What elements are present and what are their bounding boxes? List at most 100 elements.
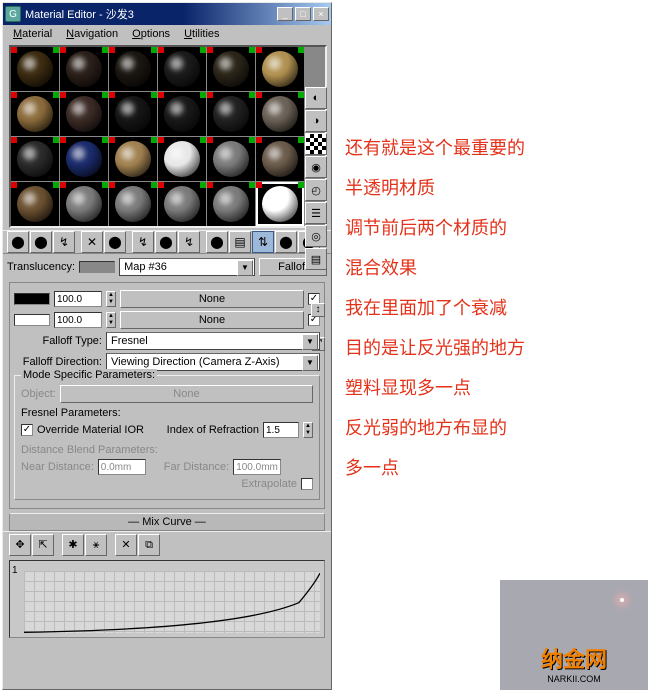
map-name-dropdown[interactable]: Map #36 [119, 258, 255, 276]
far-distance-spinner: 100.0mm [233, 459, 281, 475]
override-ior-label: Override Material IOR [37, 424, 144, 436]
watermark-logo: 纳金网 NARKII.COM [500, 580, 648, 690]
map-1-button[interactable]: None [120, 290, 304, 308]
near-distance-spinner: 0.0mm [98, 459, 146, 475]
material-slot-2[interactable] [109, 47, 157, 91]
side-tool-6[interactable]: ◎ [305, 225, 327, 247]
material-slot-20[interactable] [109, 182, 157, 226]
side-tool-7[interactable]: ▤ [305, 248, 327, 270]
window-title: Material Editor - 沙发3 [25, 6, 277, 22]
material-slot-11[interactable] [256, 92, 304, 136]
material-slot-17[interactable] [256, 137, 304, 181]
menu-options[interactable]: Options [126, 27, 176, 41]
override-ior-checkbox[interactable]: ✓ [21, 424, 33, 436]
curve-tool-2[interactable]: ✱ [62, 534, 84, 556]
curve-y-label: 1 [12, 565, 18, 576]
toolbar-btn-1[interactable]: ⬤ [30, 231, 52, 253]
ior-label: Index of Refraction [167, 424, 259, 436]
swap-colors-button[interactable]: ↕ [311, 303, 325, 317]
menu-utilities[interactable]: Utilities [178, 27, 225, 41]
material-slot-18[interactable] [11, 182, 59, 226]
maximize-button[interactable]: □ [295, 7, 311, 21]
material-slot-13[interactable] [60, 137, 108, 181]
translucency-label: Translucency: [7, 261, 75, 273]
curve-tool-1[interactable]: ⇱ [32, 534, 54, 556]
material-slot-9[interactable] [158, 92, 206, 136]
extrapolate-checkbox [301, 478, 313, 490]
titlebar[interactable]: G Material Editor - 沙发3 _ □ × [3, 3, 331, 25]
map-2-button[interactable]: None [120, 311, 304, 329]
menubar: Material Navigation Options Utilities [3, 25, 331, 43]
falloff-type-dropdown[interactable]: Fresnel [106, 332, 320, 350]
distance-blend-label: Distance Blend Parameters: [21, 444, 313, 456]
material-slot-3[interactable] [158, 47, 206, 91]
material-slot-23[interactable] [256, 182, 304, 226]
side-tool-0[interactable]: ◐ [305, 87, 327, 109]
toolbar-btn-2[interactable]: ↯ [53, 231, 75, 253]
lens-flare-icon [620, 598, 624, 602]
annotation-text: 还有就是这个最重要的 半透明材质 调节前后两个材质的 混合效果 我在里面加了个衰… [345, 128, 645, 488]
material-slot-15[interactable] [158, 137, 206, 181]
amount-1-arrows[interactable]: ▲▼ [106, 291, 116, 307]
menu-navigation[interactable]: Navigation [60, 27, 124, 41]
material-slot-4[interactable] [207, 47, 255, 91]
horizontal-toolbar: ⬤⬤↯✕⬤↯⬤↯⬤▤⇅⬤⬤ [3, 230, 331, 254]
curve-tool-3[interactable]: ⚹ [85, 534, 107, 556]
material-slot-12[interactable] [11, 137, 59, 181]
object-label: Object: [21, 388, 56, 400]
side-tool-5[interactable]: ☰ [305, 202, 327, 224]
curve-tool-5[interactable]: ⧉ [138, 534, 160, 556]
toolbar-btn-3[interactable]: ✕ [81, 231, 103, 253]
toolbar-btn-0[interactable]: ⬤ [7, 231, 29, 253]
mix-curve-rollout[interactable]: — Mix Curve — [9, 513, 325, 531]
material-slot-7[interactable] [60, 92, 108, 136]
material-slot-22[interactable] [207, 182, 255, 226]
toolbar-btn-10[interactable]: ⇅ [252, 231, 274, 253]
material-slot-0[interactable] [11, 47, 59, 91]
amount-2-arrows[interactable]: ▲▼ [106, 312, 116, 328]
curve-toolbar: ✥⇱ ✱⚹ ✕⧉ [3, 531, 331, 558]
curve-tool-0[interactable]: ✥ [9, 534, 31, 556]
toolbar-btn-9[interactable]: ▤ [229, 231, 251, 253]
material-slot-8[interactable] [109, 92, 157, 136]
side-toolbar: ◐◑ ◉◴☰◎▤ [305, 87, 329, 270]
side-tool-1[interactable]: ◑ [305, 110, 327, 132]
material-slot-5[interactable] [256, 47, 304, 91]
falloff-slot-2: 100.0 ▲▼ None ✓ [14, 311, 320, 329]
side-tool-3[interactable]: ◉ [305, 156, 327, 178]
color-1-swatch[interactable] [14, 293, 50, 305]
color-2-swatch[interactable] [14, 314, 50, 326]
menu-material[interactable]: Material [7, 27, 58, 41]
translucency-swatch[interactable] [79, 261, 115, 273]
material-sample-grid [9, 45, 327, 228]
material-slot-19[interactable] [60, 182, 108, 226]
toolbar-btn-4[interactable]: ⬤ [104, 231, 126, 253]
ior-arrows[interactable]: ▲▼ [303, 422, 313, 438]
material-slot-21[interactable] [158, 182, 206, 226]
side-tool-4[interactable]: ◴ [305, 179, 327, 201]
material-slot-14[interactable] [109, 137, 157, 181]
material-editor-window: G Material Editor - 沙发3 _ □ × Material N… [2, 2, 332, 690]
falloff-type-label: Falloff Type: [14, 335, 102, 347]
toolbar-btn-5[interactable]: ↯ [132, 231, 154, 253]
far-distance-label: Far Distance: [164, 461, 229, 473]
material-slot-1[interactable] [60, 47, 108, 91]
ior-spinner[interactable]: 1.5 [263, 422, 299, 438]
toolbar-btn-6[interactable]: ⬤ [155, 231, 177, 253]
curve-editor[interactable]: 1 [9, 560, 325, 638]
side-tool-2[interactable] [305, 133, 327, 155]
amount-2-spinner[interactable]: 100.0 [54, 312, 102, 328]
toolbar-btn-7[interactable]: ↯ [178, 231, 200, 253]
curve-tool-4[interactable]: ✕ [115, 534, 137, 556]
toolbar-btn-11[interactable]: ⬤ [275, 231, 297, 253]
amount-1-spinner[interactable]: 100.0 [54, 291, 102, 307]
near-distance-label: Near Distance: [21, 461, 94, 473]
mode-specific-label: Mode Specific Parameters: [21, 369, 157, 381]
close-button[interactable]: × [313, 7, 329, 21]
toolbar-btn-8[interactable]: ⬤ [206, 231, 228, 253]
material-slot-6[interactable] [11, 92, 59, 136]
material-slot-16[interactable] [207, 137, 255, 181]
minimize-button[interactable]: _ [277, 7, 293, 21]
material-slot-10[interactable] [207, 92, 255, 136]
object-button: None [60, 385, 313, 403]
